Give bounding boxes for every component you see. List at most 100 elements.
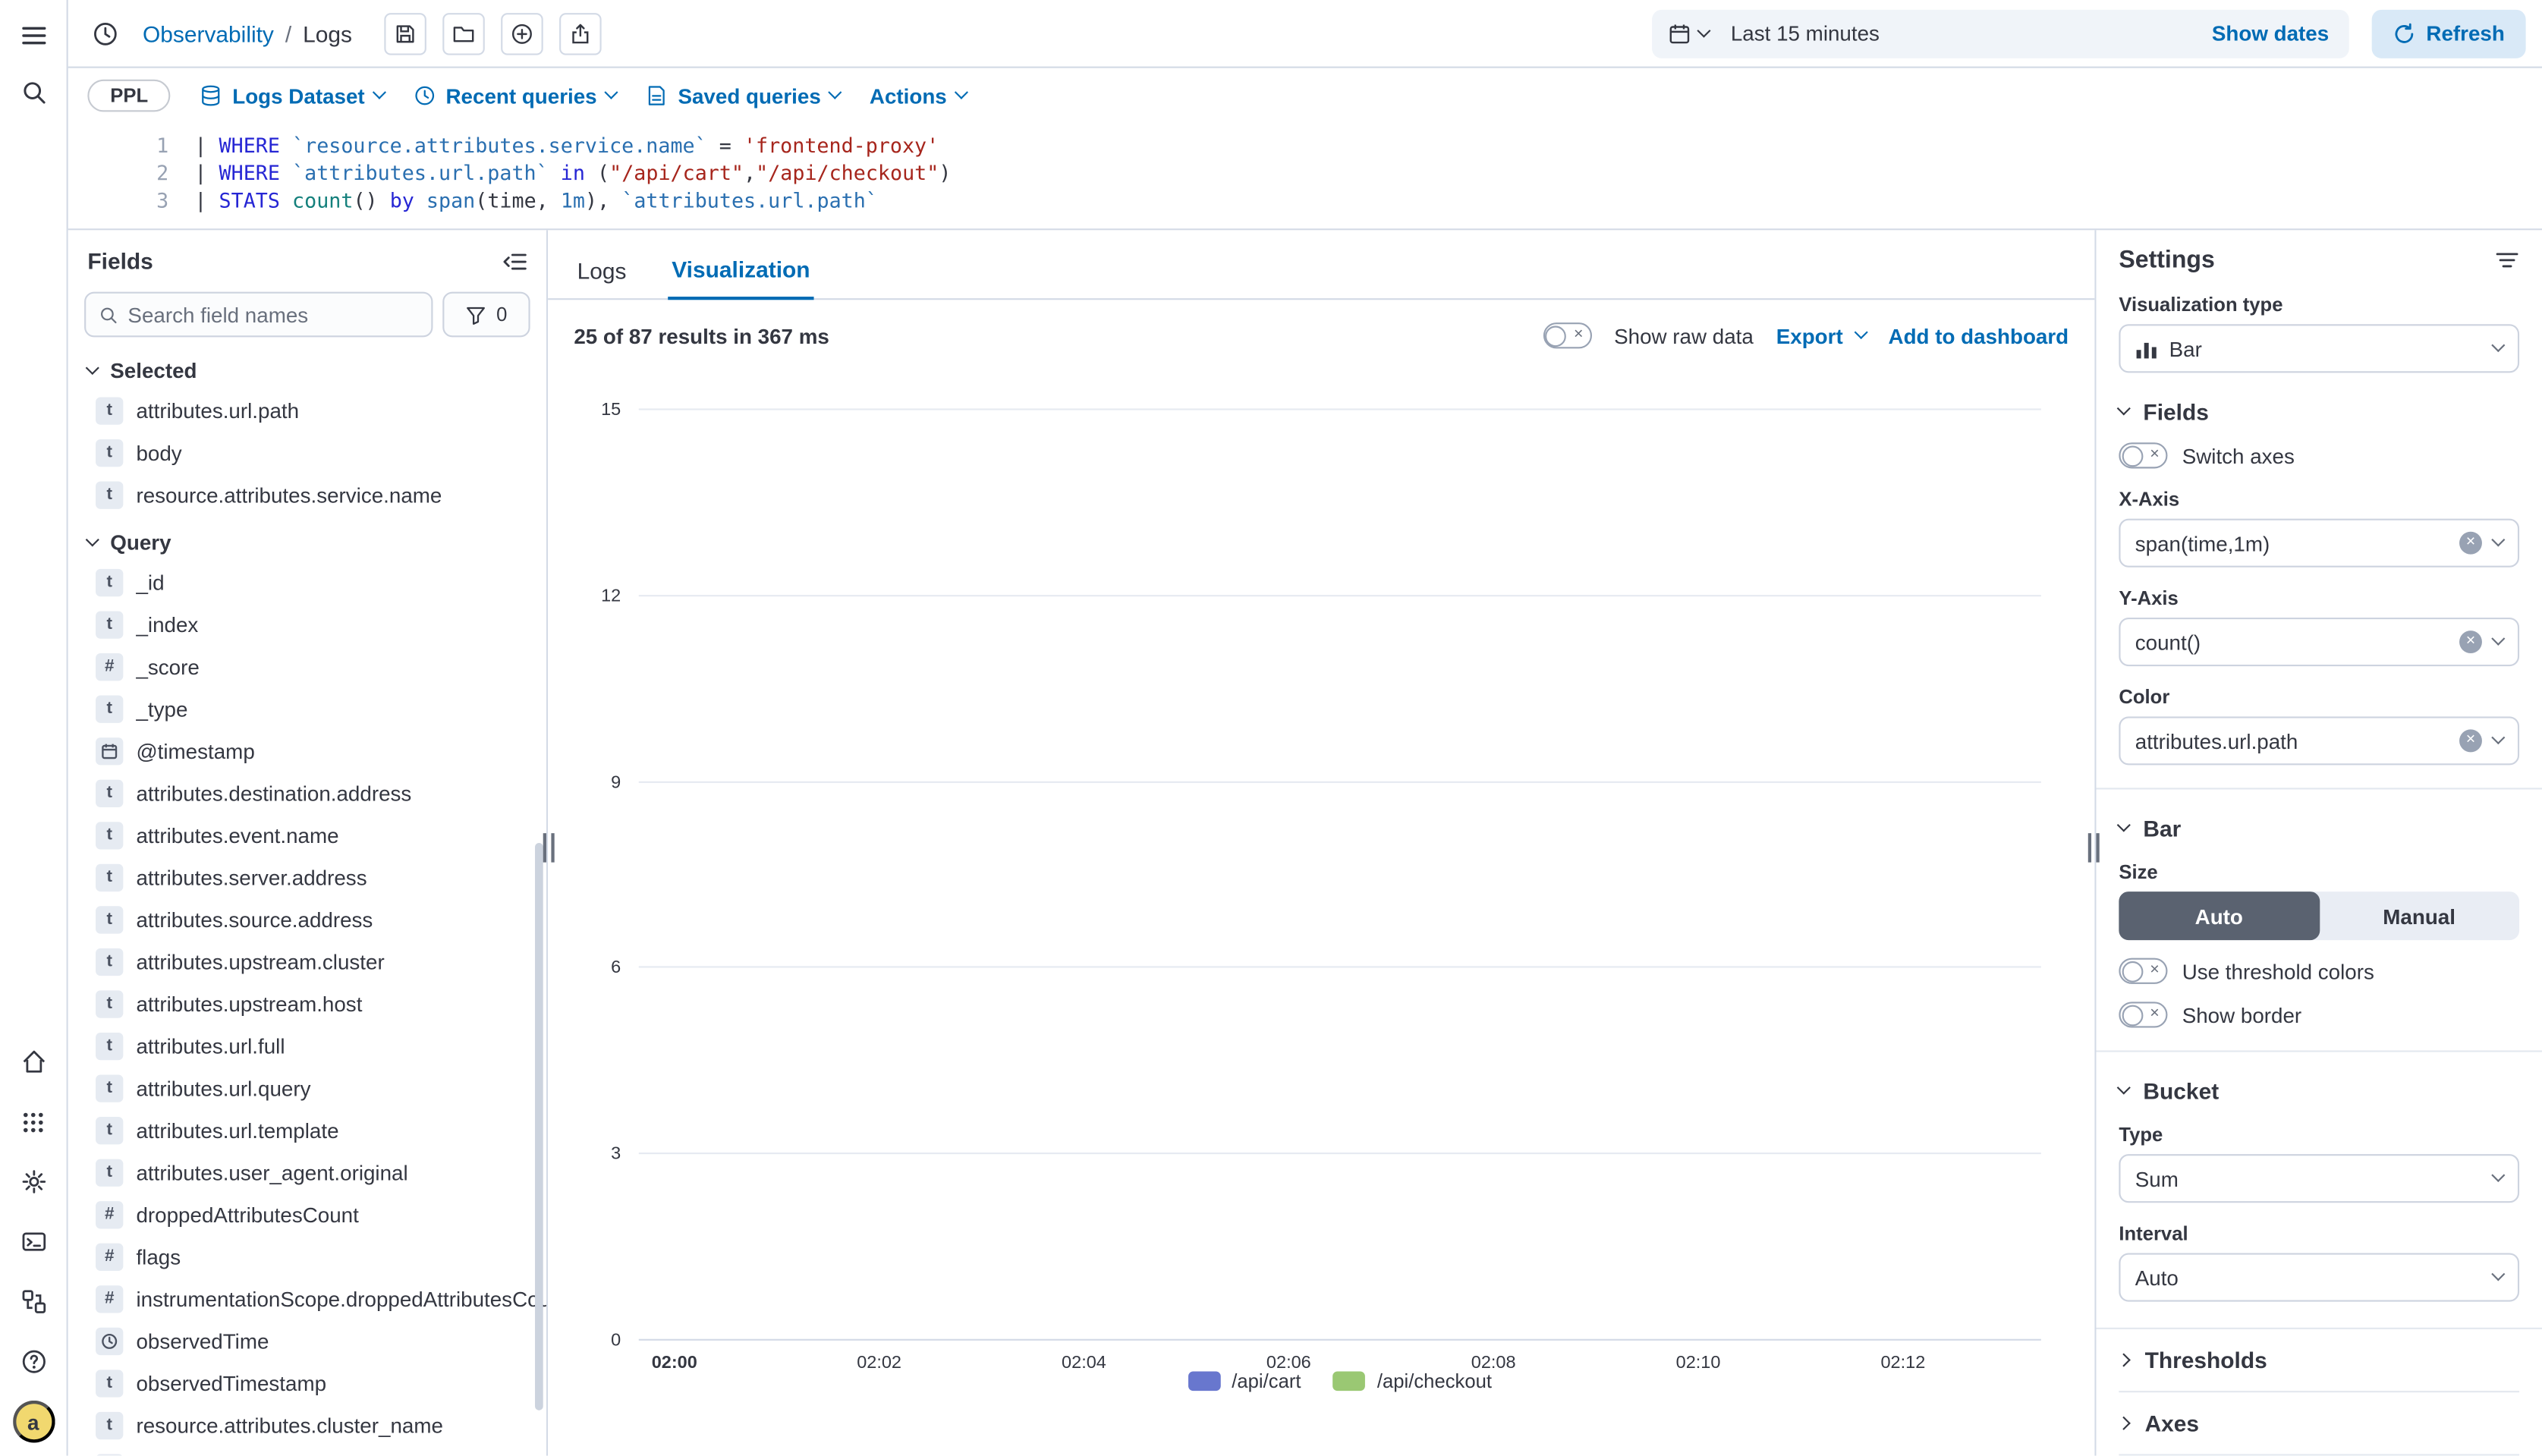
results-actions: × Show raw data Export Add to dashboard [1543,322,2069,348]
accordion-legend[interactable]: Legend [2119,1454,2519,1455]
legend-item[interactable]: /api/cart [1188,1370,1301,1392]
integrations-icon[interactable] [12,1281,55,1323]
field-item[interactable]: tattributes.url.template [68,1109,546,1151]
fields-search-row: 0 [68,281,546,344]
editor-token: span [426,188,475,212]
panel-resize-handle[interactable] [2088,833,2100,862]
field-item[interactable]: tattributes.destination.address [68,772,546,814]
field-search-input[interactable] [127,302,418,326]
saved-queries-button[interactable]: Saved queries [646,83,841,108]
field-item[interactable]: tattributes.source.address [68,898,546,941]
field-item[interactable]: tbody [68,431,546,473]
time-range-label[interactable]: Last 15 minutes [1724,21,1880,46]
threshold-colors-toggle[interactable]: × [2119,958,2167,984]
size-auto-button[interactable]: Auto [2119,892,2319,940]
share-icon[interactable] [559,12,602,55]
bucket-interval-select[interactable]: Auto [2119,1253,2519,1301]
field-item[interactable]: tattributes.event.name [68,814,546,857]
field-item[interactable]: tresource.attributes.cluster_name [68,1404,546,1446]
field-item[interactable]: tattributes.upstream.host [68,983,546,1025]
home-icon[interactable] [12,1041,55,1083]
dataset-selector[interactable]: Logs Dataset [200,83,385,108]
query-language-badge[interactable]: PPL [87,80,171,112]
panel-menu-icon[interactable] [2495,248,2519,272]
console-icon[interactable] [12,1221,55,1263]
accordion-bucket[interactable]: Bucket [2119,1078,2519,1104]
legend-item[interactable]: /api/checkout [1333,1370,1492,1392]
x-axis-label: X-Axis [2119,488,2519,511]
query-editor[interactable]: 1| WHERE `resource.attributes.service.na… [68,120,2542,230]
recent-queries-button[interactable]: Recent queries [414,83,616,108]
apps-icon[interactable] [12,1101,55,1143]
show-dates-button[interactable]: Show dates [2192,21,2349,46]
field-item[interactable]: tattributes.upstream.cluster [68,940,546,983]
actions-button[interactable]: Actions [870,83,966,108]
panel-resize-handle[interactable] [543,833,555,862]
help-icon[interactable] [12,1341,55,1383]
field-item[interactable]: observedTime [68,1319,546,1362]
refresh-button[interactable]: Refresh [2371,9,2526,58]
field-item[interactable]: #droppedAttributesCount [68,1193,546,1235]
open-folder-icon[interactable] [443,12,486,55]
accordion-bar[interactable]: Bar [2119,816,2519,841]
accordion-thresholds[interactable]: Thresholds [2119,1329,2519,1391]
gridline [639,967,2041,968]
clear-icon[interactable]: × [2459,631,2482,653]
size-manual-button[interactable]: Manual [2319,892,2519,940]
accordion-fields[interactable]: Fields [2119,399,2519,425]
field-item[interactable]: #instrumentationScope.droppedAttributesC… [68,1278,546,1320]
field-item[interactable]: t_type [68,687,546,730]
show-border-toggle[interactable]: × [2119,1002,2167,1027]
color-field[interactable]: attributes.url.path × [2119,716,2519,765]
user-avatar[interactable]: a [12,1401,55,1443]
field-item[interactable]: #flags [68,1235,546,1278]
show-raw-data-toggle[interactable]: × [1543,322,1591,348]
clear-icon[interactable]: × [2459,729,2482,752]
field-item[interactable]: tobservedTimestamp [68,1362,546,1404]
field-item[interactable]: tattributes.url.path [68,389,546,432]
field-type-icon: t [96,1159,123,1186]
chevron-down-icon [86,360,99,374]
editor-token: | [194,188,219,212]
breadcrumb-app-link[interactable]: Observability [143,20,274,46]
new-item-icon[interactable] [502,12,544,55]
left-nav-rail: a [0,0,68,1456]
legend-label: /api/cart [1232,1370,1301,1392]
x-axis-field[interactable]: span(time,1m) × [2119,519,2519,568]
tab-visualization[interactable]: Visualization [669,250,813,300]
fields-scrollbar[interactable] [535,843,543,1410]
search-icon[interactable] [12,71,55,114]
field-filter-button[interactable]: 0 [442,292,530,338]
collapse-panel-icon[interactable] [502,249,527,273]
field-group-header[interactable]: Selected [68,344,546,389]
field-group-header[interactable]: Query [68,515,546,561]
export-button[interactable]: Export [1776,323,1866,347]
accordion-axes[interactable]: Axes [2119,1391,2519,1454]
switch-axes-toggle[interactable]: × [2119,442,2167,468]
field-item[interactable]: t_index [68,603,546,646]
add-to-dashboard-button[interactable]: Add to dashboard [1889,323,2069,347]
viz-type-select[interactable]: Bar [2119,324,2519,373]
calendar-icon[interactable] [1651,9,1724,58]
field-item[interactable]: tattributes.url.query [68,1067,546,1109]
field-item[interactable]: @timestamp [68,729,546,772]
clear-icon[interactable]: × [2459,532,2482,555]
save-icon[interactable] [385,12,427,55]
editor-token: STATS [219,188,292,212]
y-axis-field[interactable]: count() × [2119,618,2519,666]
field-item[interactable]: #_score [68,645,546,687]
editor-token: WHERE [219,133,292,157]
field-item[interactable]: tattributes.user_agent.original [68,1151,546,1193]
settings-gear-icon[interactable] [12,1161,55,1203]
menu-hamburger-icon[interactable] [12,14,55,57]
field-item[interactable]: tresource.attributes.host.name [68,1446,546,1456]
field-item[interactable]: t_id [68,561,546,603]
field-item[interactable]: tattributes.url.full [68,1024,546,1067]
editor-line-number: 1 [68,131,195,159]
tab-logs[interactable]: Logs [574,250,629,298]
field-type-icon [96,737,123,764]
bucket-type-select[interactable]: Sum [2119,1154,2519,1203]
field-item[interactable]: tattributes.server.address [68,856,546,898]
recent-items-icon[interactable] [84,12,127,55]
field-item[interactable]: tresource.attributes.service.name [68,473,546,516]
